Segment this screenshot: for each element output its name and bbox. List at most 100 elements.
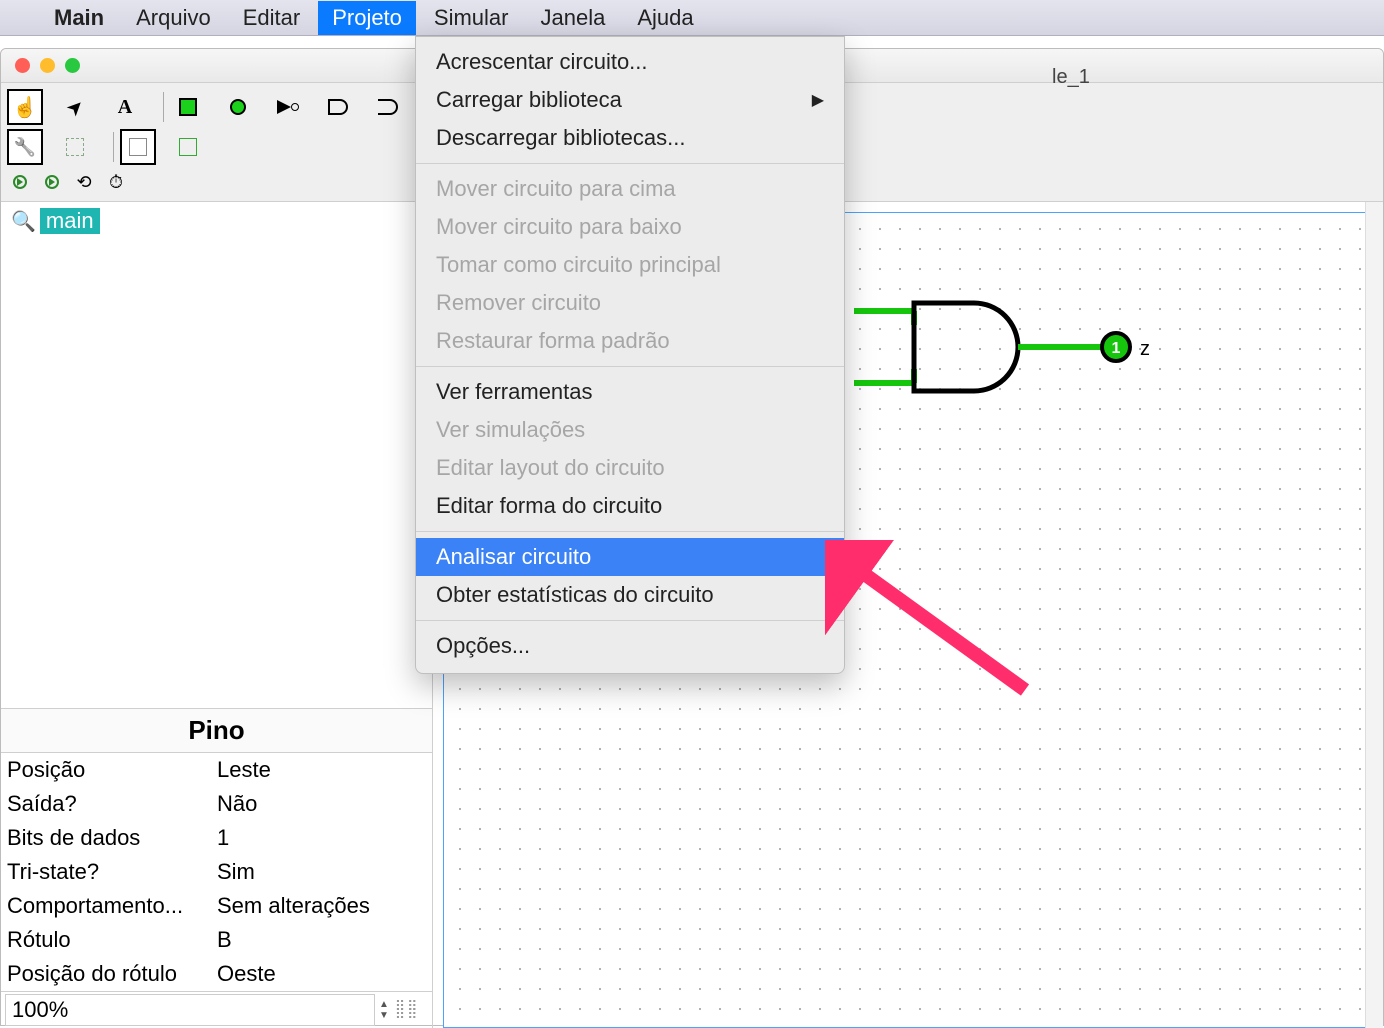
- submenu-arrow-icon: ▶: [812, 90, 824, 110]
- vertical-scrollbar[interactable]: [1365, 202, 1383, 1028]
- prop-label: Rótulo: [7, 927, 217, 953]
- prop-row[interactable]: Posição do rótuloOeste: [1, 957, 432, 991]
- sim-tick-button[interactable]: ⏱: [103, 169, 129, 195]
- not-gate-icon: [277, 100, 299, 114]
- circuit-name: main: [40, 208, 100, 234]
- projeto-dropdown: Acrescentar circuito... Carregar bibliot…: [415, 36, 845, 674]
- menu-obter-estatisticas[interactable]: Obter estatísticas do circuito: [416, 576, 844, 614]
- sim-step-button[interactable]: [7, 169, 33, 195]
- prop-label: Tri-state?: [7, 859, 217, 885]
- menubar-simular[interactable]: Simular: [420, 1, 523, 35]
- poke-tool-button[interactable]: [7, 89, 43, 125]
- close-button[interactable]: [15, 58, 30, 73]
- properties-title: Pino: [1, 708, 432, 753]
- prop-row[interactable]: PosiçãoLeste: [1, 753, 432, 787]
- or-gate-icon: [378, 99, 398, 115]
- circuit-drawing: 1 z: [854, 283, 1174, 423]
- reset-icon: ⟲: [76, 172, 91, 193]
- sim-reset-button[interactable]: ⟲: [71, 169, 97, 195]
- mac-menubar: Main Arquivo Editar Projeto Simular Jane…: [0, 0, 1384, 36]
- zoom-row: ▲▼ ⠿⠿⠿⠿: [1, 991, 432, 1028]
- prop-row[interactable]: Tri-state?Sim: [1, 855, 432, 889]
- grip-icon: ⠿⠿⠿⠿: [395, 1002, 420, 1018]
- hand-icon: [13, 95, 38, 120]
- menubar-janela[interactable]: Janela: [527, 1, 620, 35]
- menu-tomar-principal: Tomar como circuito principal: [416, 246, 844, 284]
- menu-acrescentar-circuito[interactable]: Acrescentar circuito...: [416, 43, 844, 81]
- cursor-icon: [60, 92, 90, 122]
- prop-row[interactable]: Saída?Não: [1, 787, 432, 821]
- prop-label: Bits de dados: [7, 825, 217, 851]
- menu-opcoes[interactable]: Opções...: [416, 627, 844, 665]
- and-gate-button[interactable]: [320, 89, 356, 125]
- menu-ver-ferramentas[interactable]: Ver ferramentas: [416, 373, 844, 411]
- left-panel: 🔍 main Pino PosiçãoLeste Saída?Não Bits …: [1, 202, 433, 1028]
- prop-value[interactable]: Não: [217, 791, 426, 817]
- prop-value[interactable]: Sim: [217, 859, 426, 885]
- prop-label: Posição do rótulo: [7, 961, 217, 987]
- or-gate-button[interactable]: [370, 89, 406, 125]
- prop-label: Posição: [7, 757, 217, 783]
- layout-button[interactable]: [57, 129, 93, 165]
- appearance-icon: [129, 138, 147, 156]
- prop-value[interactable]: 1: [217, 825, 426, 851]
- prop-label: Saída?: [7, 791, 217, 817]
- menubar-app[interactable]: Main: [40, 1, 118, 35]
- window-controls: [1, 58, 80, 73]
- menu-editar-layout: Editar layout do circuito: [416, 449, 844, 487]
- layout-grid-button[interactable]: [170, 129, 206, 165]
- properties-table: PosiçãoLeste Saída?Não Bits de dados1 Tr…: [1, 753, 432, 991]
- prop-value[interactable]: B: [217, 927, 426, 953]
- tree-row-main[interactable]: 🔍 main: [11, 208, 422, 234]
- output-label: z: [1140, 338, 1150, 360]
- zoom-stepper[interactable]: ▲▼: [379, 999, 389, 1021]
- play-icon: [13, 175, 27, 189]
- menu-separator: [416, 620, 844, 621]
- and-gate-icon: [328, 99, 348, 115]
- grid-icon: [179, 138, 197, 156]
- layout-icon: [66, 138, 84, 156]
- menu-carregar-biblioteca[interactable]: Carregar biblioteca▶: [416, 81, 844, 119]
- not-gate-button[interactable]: [270, 89, 306, 125]
- zoom-button[interactable]: [65, 58, 80, 73]
- menubar-ajuda[interactable]: Ajuda: [623, 1, 707, 35]
- minimize-button[interactable]: [40, 58, 55, 73]
- input-pin-button[interactable]: [170, 89, 206, 125]
- prop-row[interactable]: Comportamento...Sem alterações: [1, 889, 432, 923]
- prop-row[interactable]: Bits de dados1: [1, 821, 432, 855]
- menu-separator: [416, 531, 844, 532]
- appearance-button[interactable]: [120, 129, 156, 165]
- prop-value[interactable]: Oeste: [217, 961, 426, 987]
- menu-analisar-circuito[interactable]: Analisar circuito: [416, 538, 844, 576]
- sim-step2-button[interactable]: [39, 169, 65, 195]
- text-icon: [118, 96, 132, 119]
- wrench-icon: [14, 136, 36, 159]
- output-pin-button[interactable]: [220, 89, 256, 125]
- zoom-input[interactable]: [5, 994, 375, 1026]
- project-tree[interactable]: 🔍 main: [1, 202, 432, 708]
- toolbar-separator: [163, 92, 164, 122]
- magnifier-icon: 🔍: [11, 209, 36, 234]
- menubar-editar[interactable]: Editar: [229, 1, 314, 35]
- menu-descarregar-bibliotecas[interactable]: Descarregar bibliotecas...: [416, 119, 844, 157]
- round-pin-icon: [230, 99, 246, 115]
- prop-value[interactable]: Leste: [217, 757, 426, 783]
- prop-value[interactable]: Sem alterações: [217, 893, 426, 919]
- wrench-button[interactable]: [7, 129, 43, 165]
- menu-restaurar-forma: Restaurar forma padrão: [416, 322, 844, 360]
- menu-remover-circuito: Remover circuito: [416, 284, 844, 322]
- select-tool-button[interactable]: [57, 89, 93, 125]
- menu-editar-forma[interactable]: Editar forma do circuito: [416, 487, 844, 525]
- text-tool-button[interactable]: [107, 89, 143, 125]
- menubar-arquivo[interactable]: Arquivo: [122, 1, 225, 35]
- output-value: 1: [1112, 340, 1121, 357]
- tick-icon: ⏱: [109, 172, 123, 193]
- menubar-projeto[interactable]: Projeto: [318, 1, 416, 35]
- square-pin-icon: [179, 98, 197, 116]
- step-icon: [45, 175, 59, 189]
- prop-label: Comportamento...: [7, 893, 217, 919]
- menu-mover-baixo: Mover circuito para baixo: [416, 208, 844, 246]
- prop-row[interactable]: RótuloB: [1, 923, 432, 957]
- menu-separator: [416, 366, 844, 367]
- menu-mover-cima: Mover circuito para cima: [416, 170, 844, 208]
